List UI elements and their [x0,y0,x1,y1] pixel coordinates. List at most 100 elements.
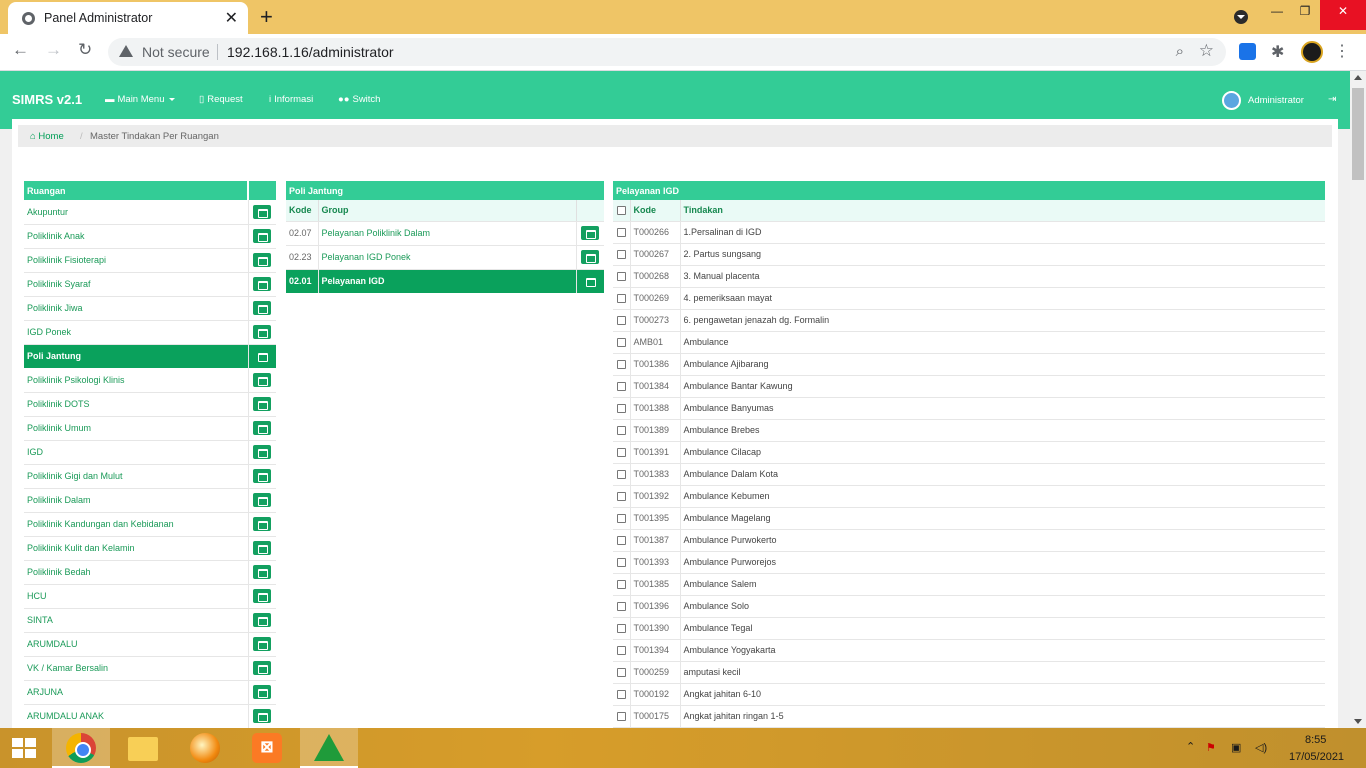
reload-icon[interactable]: ↻ [78,40,92,60]
open-folder-button[interactable] [253,565,272,579]
tindakan-checkbox[interactable] [616,360,626,370]
ruangan-row[interactable]: Akupuntur [24,200,276,225]
ruangan-row[interactable]: Poliklinik Anak [24,224,276,249]
tindakan-row[interactable]: T000192 Angkat jahitan 6-10 [613,683,1325,706]
nav-request[interactable]: ▯ Request [199,94,243,105]
poli-row[interactable]: 02.01 Pelayanan IGD [286,269,604,293]
tindakan-checkbox[interactable] [616,250,626,260]
open-folder-button[interactable] [253,493,272,507]
tindakan-row[interactable]: T001395 Ambulance Magelang [613,507,1325,530]
tindakan-checkbox[interactable] [616,316,626,326]
poli-row[interactable]: 02.07 Pelayanan Poliklinik Dalam [286,221,604,246]
tindakan-checkbox[interactable] [616,470,626,480]
tindakan-checkbox[interactable] [616,602,626,612]
nav-informasi[interactable]: i Informasi [269,94,313,105]
ruangan-name[interactable]: Poli Jantung [24,344,249,368]
ruangan-row[interactable]: Poliklinik Bedah [24,560,276,585]
tindakan-row[interactable]: T001390 Ambulance Tegal [613,617,1325,640]
open-folder-button[interactable] [253,589,272,603]
ruangan-row[interactable]: Poliklinik Jiwa [24,296,276,321]
tindakan-row[interactable]: T001396 Ambulance Solo [613,595,1325,618]
logout-icon[interactable]: ⇥ [1328,94,1336,105]
tindakan-checkbox[interactable] [616,272,626,282]
taskbar-explorer[interactable] [114,728,172,768]
tindakan-row[interactable]: T001385 Ambulance Salem [613,573,1325,596]
url-text[interactable]: 192.168.1.16/administrator [227,44,394,60]
tindakan-row[interactable]: T001387 Ambulance Purwokerto [613,529,1325,552]
taskbar-green-app[interactable] [300,728,358,768]
ruangan-row[interactable]: HCU [24,584,276,609]
scroll-thumb[interactable] [1352,88,1364,180]
breadcrumb-home[interactable]: ⌂ Home [30,131,64,142]
ruangan-name[interactable]: ARUMDALU ANAK [24,704,249,728]
tindakan-row[interactable]: T001391 Ambulance Cilacap [613,441,1325,464]
tindakan-row[interactable]: AMB01 Ambulance [613,331,1325,354]
new-tab-button[interactable]: + [260,4,273,30]
tindakan-checkbox[interactable] [616,558,626,568]
open-folder-button[interactable] [253,253,272,267]
ruangan-row[interactable]: Poliklinik Kulit dan Kelamin [24,536,276,561]
tindakan-checkbox[interactable] [616,448,626,458]
page-scrollbar[interactable] [1350,71,1366,728]
zoom-icon[interactable]: ⌕ [1176,43,1184,60]
ruangan-name[interactable]: Poliklinik Jiwa [24,296,249,321]
tindakan-checkbox[interactable] [616,624,626,634]
ruangan-name[interactable]: IGD Ponek [24,320,249,345]
tindakan-checkbox[interactable] [616,404,626,414]
ruangan-name[interactable]: Poliklinik Psikologi Klinis [24,368,249,393]
select-all-checkbox[interactable] [616,206,626,216]
open-folder-button[interactable] [253,421,272,435]
minimize-button[interactable]: — [1262,0,1292,30]
tindakan-row[interactable]: T001383 Ambulance Dalam Kota [613,463,1325,486]
tindakan-checkbox[interactable] [616,228,626,238]
tindakan-checkbox[interactable] [616,712,626,722]
ruangan-row[interactable]: ARUMDALU ANAK [24,704,276,728]
ruangan-name[interactable]: ARJUNA [24,680,249,705]
browser-tab[interactable]: Panel Administrator ✕ [8,2,248,34]
tindakan-checkbox[interactable] [616,338,626,348]
clock-time[interactable]: 8:55 [1305,734,1326,746]
puzzle-icon[interactable]: ✱ [1271,42,1284,62]
open-folder-button[interactable] [253,637,272,651]
open-folder-button[interactable] [253,301,272,315]
tindakan-row[interactable]: T001388 Ambulance Banyumas [613,397,1325,420]
open-folder-button[interactable] [253,325,272,339]
nav-main-menu[interactable]: ▬ Main Menu [105,94,175,105]
open-folder-button[interactable] [253,541,272,555]
tindakan-checkbox[interactable] [616,382,626,392]
scroll-down-arrow[interactable] [1354,719,1362,724]
ruangan-name[interactable]: Poliklinik DOTS [24,392,249,417]
ruangan-row[interactable]: ARUMDALU [24,632,276,657]
close-tab-icon[interactable]: ✕ [225,8,238,28]
tindakan-checkbox[interactable] [616,668,626,678]
tindakan-row[interactable]: T000175 Angkat jahitan ringan 1-5 [613,705,1325,728]
tindakan-row[interactable]: T000269 4. pemeriksaan mayat [613,287,1325,310]
tindakan-row[interactable]: T001389 Ambulance Brebes [613,419,1325,442]
tindakan-row[interactable]: T001394 Ambulance Yogyakarta [613,639,1325,662]
poli-group[interactable]: Pelayanan IGD [318,269,577,293]
ruangan-row[interactable]: IGD [24,440,276,465]
open-folder-button[interactable] [253,613,272,627]
taskbar-chrome[interactable] [52,728,110,768]
profile-avatar[interactable] [1301,41,1323,63]
brand[interactable]: SIMRS v2.1 [12,92,82,107]
tindakan-row[interactable]: T001393 Ambulance Purworejos [613,551,1325,574]
ruangan-name[interactable]: Poliklinik Dalam [24,488,249,513]
tindakan-checkbox[interactable] [616,646,626,656]
open-folder-button[interactable] [581,226,600,240]
tindakan-checkbox[interactable] [616,294,626,304]
ruangan-row[interactable]: ARJUNA [24,680,276,705]
tray-overflow-chevron-icon[interactable]: ⌃ [1186,740,1195,753]
tindakan-checkbox[interactable] [616,580,626,590]
user-avatar[interactable] [1222,91,1241,110]
tindakan-row[interactable]: T000259 amputasi kecil [613,661,1325,684]
clock-date[interactable]: 17/05/2021 [1289,751,1344,763]
restore-button[interactable]: ❐ [1290,0,1320,30]
tindakan-row[interactable]: T000267 2. Partus sungsang [613,243,1325,266]
volume-icon[interactable]: ◁) [1255,741,1267,754]
open-folder-button[interactable] [253,229,272,243]
ruangan-name[interactable]: Akupuntur [24,200,249,225]
tindakan-row[interactable]: T000273 6. pengawetan jenazah dg. Formali… [613,309,1325,332]
tindakan-checkbox[interactable] [616,492,626,502]
close-window-button[interactable]: ✕ [1320,0,1366,30]
